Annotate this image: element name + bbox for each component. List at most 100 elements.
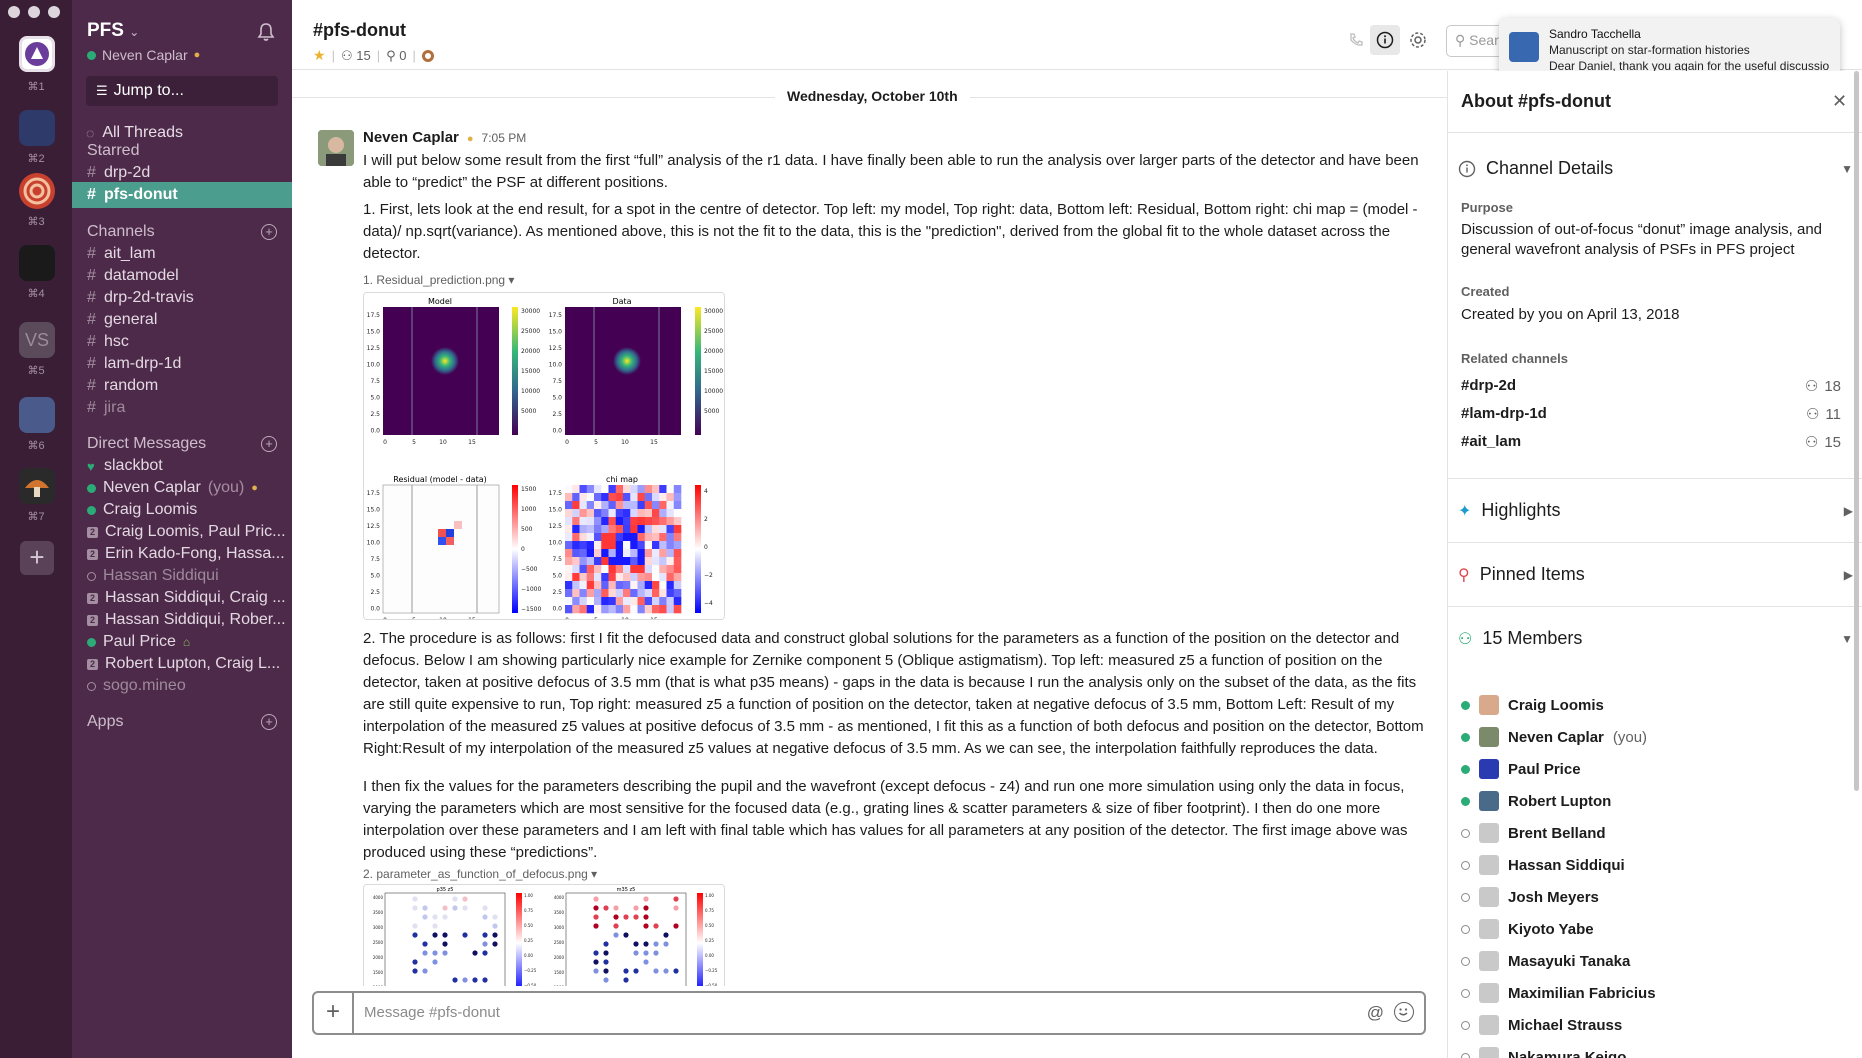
avatar xyxy=(1479,727,1499,747)
file-name-link[interactable]: 2. parameter_as_function_of_defocus.png … xyxy=(363,867,597,881)
chi-cell xyxy=(594,493,602,502)
related-channel-item[interactable]: #ait_lam ⚇ 15 xyxy=(1461,433,1841,451)
member-item[interactable]: Craig Loomis xyxy=(1461,693,1841,717)
sidebar-item-jira[interactable]: # jira xyxy=(72,395,292,421)
message-composer[interactable]: + Message #pfs-donut @ xyxy=(312,991,1426,1035)
image-attachment[interactable]: p35 z5 m35 z5 4000 3500 3000 2500 2000 1500 10… xyxy=(363,884,725,986)
workspace-7[interactable] xyxy=(19,468,55,504)
section-label: 15 Members xyxy=(1482,628,1583,648)
highlights-toggle[interactable]: ✦ Highlights ▶ xyxy=(1458,500,1853,521)
workspace-1[interactable] xyxy=(19,36,55,72)
current-user[interactable]: Neven Caplar ● xyxy=(87,47,200,63)
chi-cell xyxy=(623,557,631,566)
search-input[interactable]: ⚲ Search xyxy=(1446,25,1506,57)
chi-cell xyxy=(572,565,580,574)
chi-cell xyxy=(565,525,573,534)
chi-cell xyxy=(601,573,609,582)
member-item[interactable]: Neven Caplar (you) xyxy=(1461,725,1841,749)
chi-cell xyxy=(608,517,617,526)
close-icon[interactable]: ✕ xyxy=(1832,91,1847,112)
house-icon: ⌂ xyxy=(182,635,191,649)
zoom-window-button[interactable] xyxy=(48,6,60,18)
chi-cell xyxy=(572,509,580,518)
add-direct-message-button[interactable]: + xyxy=(261,436,277,452)
member-item[interactable]: Brent Belland xyxy=(1461,821,1841,845)
data-point xyxy=(422,941,428,947)
dm-item-sogo-mineo[interactable]: sogo.mineo xyxy=(72,673,292,699)
donut-icon[interactable] xyxy=(421,49,434,62)
add-workspace-button[interactable]: + xyxy=(20,541,54,575)
workspace-2[interactable] xyxy=(19,110,55,146)
member-item[interactable]: Paul Price xyxy=(1461,757,1841,781)
call-icon[interactable] xyxy=(1344,28,1368,52)
message-timestamp[interactable]: 7:05 PM xyxy=(482,131,527,145)
add-channel-button[interactable]: + xyxy=(261,224,277,240)
minimize-window-button[interactable] xyxy=(28,6,40,18)
created-label: Created xyxy=(1461,284,1510,299)
workspace-4[interactable] xyxy=(19,245,55,281)
presence-away-icon xyxy=(87,571,96,581)
member-item[interactable]: Nakamura Keigo xyxy=(1461,1045,1841,1058)
all-threads-link[interactable]: ◌ All Threads xyxy=(86,124,183,142)
starred-section-label[interactable]: Starred xyxy=(87,142,139,160)
presence-away-icon xyxy=(1461,828,1470,838)
chi-cell xyxy=(586,557,595,566)
day-divider-label[interactable]: Wednesday, October 10th xyxy=(775,88,970,104)
member-item[interactable]: Michael Strauss xyxy=(1461,1013,1841,1037)
workspace-3[interactable] xyxy=(19,173,55,209)
person-icon: ⚇ xyxy=(1458,630,1473,648)
pinned-items-toggle[interactable]: ⚲ Pinned Items ▶ xyxy=(1458,564,1853,585)
message-input[interactable]: Message #pfs-donut xyxy=(364,1004,500,1021)
chi-cell xyxy=(673,557,682,566)
info-icon[interactable] xyxy=(1370,25,1400,55)
tick-label: 5 xyxy=(412,617,416,620)
file-name-link[interactable]: 1. Residual_prediction.png ▾ xyxy=(363,273,514,287)
member-item[interactable]: Maximilian Fabricius xyxy=(1461,981,1841,1005)
related-channel-item[interactable]: #lam-drp-1d ⚇ 11 xyxy=(1461,405,1841,423)
star-icon[interactable]: ★ xyxy=(313,47,326,64)
member-item[interactable]: Kiyoto Yabe xyxy=(1461,917,1841,941)
related-channel-item[interactable]: #drp-2d ⚇ 18 xyxy=(1461,377,1841,395)
member-item[interactable]: Hassan Siddiqui xyxy=(1461,853,1841,877)
member-item[interactable]: Josh Meyers xyxy=(1461,885,1841,909)
message-author[interactable]: Neven Caplar xyxy=(363,129,459,146)
members-toggle[interactable]: ⚇ 15 Members ▼ xyxy=(1458,628,1853,649)
team-name[interactable]: PFS ⌄ xyxy=(87,20,139,42)
mention-button[interactable]: @ xyxy=(1367,1003,1384,1023)
attach-button[interactable]: + xyxy=(314,993,354,1033)
data-point xyxy=(482,905,488,911)
workspace-6[interactable] xyxy=(19,397,55,433)
workspace-5[interactable]: VS xyxy=(19,322,55,358)
members-count[interactable]: ⚇ 15 xyxy=(341,48,371,64)
tick-label: 0 xyxy=(565,617,569,620)
tick-label: 0 xyxy=(383,617,387,620)
pins-count[interactable]: ⚲ 0 xyxy=(386,48,406,64)
channel-details-toggle[interactable]: Channel Details ▼ xyxy=(1458,158,1853,179)
chi-cell xyxy=(565,605,573,614)
member-item[interactable]: Robert Lupton xyxy=(1461,789,1841,813)
notifications-bell-icon[interactable] xyxy=(256,22,276,42)
channels-section-label[interactable]: Channels xyxy=(87,223,155,241)
sidebar-item-pfs-donut[interactable]: # pfs-donut xyxy=(72,182,292,208)
channel-title[interactable]: #pfs-donut xyxy=(313,20,406,41)
tick-label: 12.5 xyxy=(549,523,563,530)
hash-icon: # xyxy=(87,245,96,262)
emoji-icon[interactable] xyxy=(1394,1002,1414,1022)
chi-cell xyxy=(652,541,660,550)
data-point xyxy=(663,932,669,938)
divider xyxy=(1448,478,1862,479)
direct-messages-section-label[interactable]: Direct Messages xyxy=(87,435,206,453)
gear-icon[interactable] xyxy=(1406,28,1430,52)
close-window-button[interactable] xyxy=(8,6,20,18)
jump-to-button[interactable]: ☰ Jump to... xyxy=(86,76,278,106)
image-attachment[interactable]: Model Data Residual (model - data) chi m… xyxy=(363,292,725,620)
add-app-button[interactable]: + xyxy=(261,714,277,730)
scrollbar[interactable] xyxy=(1854,71,1859,791)
dm-label: slackbot xyxy=(104,457,163,474)
apps-section-label[interactable]: Apps xyxy=(87,713,123,731)
data-point xyxy=(422,950,428,956)
avatar[interactable] xyxy=(318,130,354,166)
member-item[interactable]: Masayuki Tanaka xyxy=(1461,949,1841,973)
chi-cell xyxy=(565,557,573,566)
data-point xyxy=(623,914,629,920)
